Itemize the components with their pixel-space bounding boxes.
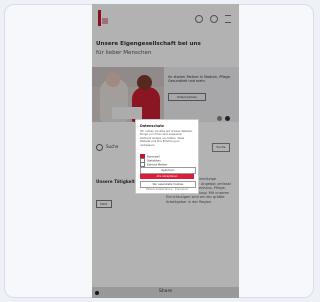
- save-selection-button[interactable]: Speichern: [140, 167, 196, 174]
- dialog-title: Datenschutz: [140, 124, 164, 128]
- essential-only-button[interactable]: Nur essenzielle Cookies: [140, 181, 196, 188]
- accept-all-button[interactable]: Alle akzeptieren: [140, 174, 194, 179]
- mobile-page: Unsere Eigengesellschaft bei uns für lie…: [92, 4, 239, 298]
- dialog-text: Wir nutzen Cookies auf unserer Website. …: [140, 130, 193, 147]
- dialog-links[interactable]: Datenschutzerklärung · Impressum: [140, 188, 194, 191]
- cookie-consent-dialog: Datenschutz Wir nutzen Cookies auf unser…: [135, 119, 199, 194]
